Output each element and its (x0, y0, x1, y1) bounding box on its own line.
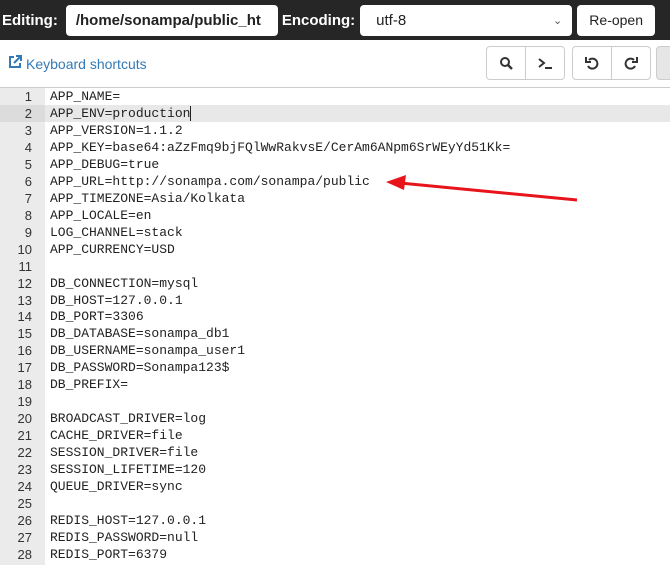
red-arrow-annotation (386, 175, 578, 202)
